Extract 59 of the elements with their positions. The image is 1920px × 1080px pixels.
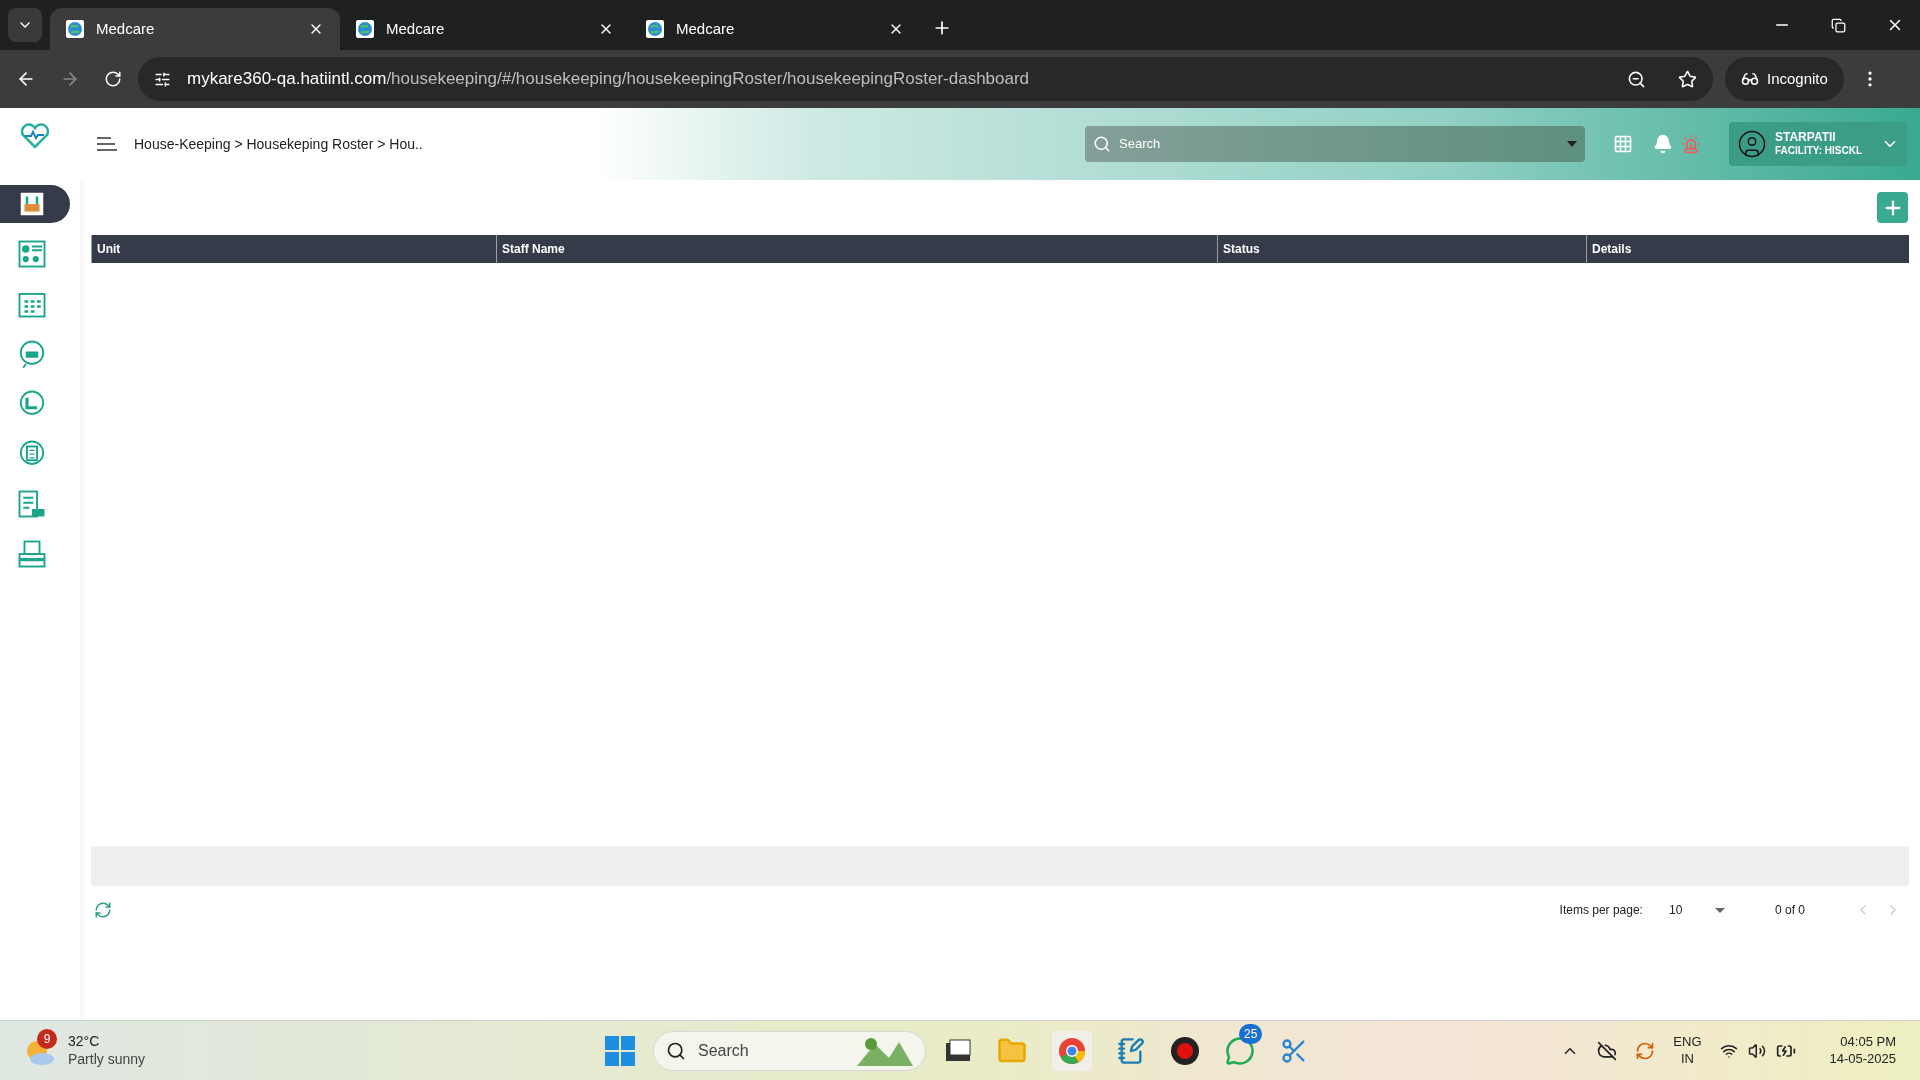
landscape-icon [857, 1035, 914, 1066]
cloud-off-icon[interactable] [1597, 1040, 1618, 1061]
chrome-app-icon[interactable] [1052, 1030, 1093, 1071]
module-icon [17, 539, 47, 569]
column-header: Staff Name [496, 235, 1217, 263]
sync-icon[interactable] [1635, 1040, 1656, 1061]
browser-tab[interactable]: Medcare [50, 8, 340, 50]
globe-favicon-icon [646, 20, 664, 38]
start-icon[interactable] [605, 1035, 636, 1066]
dropdown-caret-icon[interactable] [1567, 141, 1577, 147]
heart-logo-icon [20, 123, 50, 149]
globe-favicon-icon [356, 20, 374, 38]
clock[interactable]: 04:05 PM 14-05-2025 [1829, 1034, 1896, 1067]
module-icon [17, 489, 47, 519]
weather-condition: Partly sunny [68, 1050, 146, 1068]
refresh-icon[interactable] [94, 901, 112, 919]
dropdown-caret-icon [1714, 907, 1725, 913]
add-button[interactable] [1877, 192, 1908, 223]
restore-icon[interactable] [1831, 17, 1846, 33]
language-indicator[interactable]: ENG IN [1673, 1034, 1702, 1067]
sidebar-item[interactable] [0, 185, 70, 223]
notification-badge: 25 [1239, 1023, 1263, 1044]
zoom-icon[interactable] [1627, 69, 1646, 89]
bookmark-star-icon[interactable] [1678, 69, 1697, 89]
menu-icon[interactable] [96, 137, 118, 151]
volume-icon[interactable] [1747, 1041, 1766, 1060]
url-text: mykare360-qa.hatiintl.com/housekeeping/#/housekeeping/housekeepingRoster/housekeepingRoster-dashboard [187, 68, 1031, 91]
tab-title: Medcare [676, 18, 736, 39]
module-icon [17, 339, 47, 369]
window-icon[interactable] [944, 1038, 973, 1063]
search-icon [1093, 135, 1111, 153]
tab-title: Medcare [96, 18, 156, 39]
column-header: Status [1217, 235, 1586, 263]
column-header: Unit [91, 235, 496, 263]
site-settings-icon[interactable] [154, 70, 171, 88]
breadcrumb: House-Keeping > Housekeping Roster > Hou.. [134, 134, 423, 154]
column-header: Details [1586, 235, 1909, 263]
page-size-select[interactable]: 10 [1668, 901, 1725, 919]
items-per-page-label: Items per page: [1559, 902, 1643, 919]
temperature: 32°C [68, 1033, 101, 1051]
page-range: 0 of 0 [1774, 902, 1805, 919]
record-icon[interactable] [1170, 1035, 1201, 1066]
user-name: STARPATIl [1775, 130, 1837, 146]
weather-badge: 9 [37, 1028, 57, 1049]
facility-label: FACILITY: HISCKL [1775, 145, 1864, 158]
browser-tab[interactable]: Medcare [630, 8, 920, 50]
search-icon [666, 1040, 687, 1061]
browser-tab[interactable]: Medcare [340, 8, 630, 50]
tab-list-button[interactable] [8, 8, 42, 42]
incognito-chip[interactable]: Incognito [1725, 57, 1844, 101]
notepad-icon[interactable] [1117, 1036, 1146, 1065]
taskbar-search[interactable]: Search [653, 1030, 927, 1071]
reload-icon[interactable] [104, 70, 122, 88]
user-avatar-icon [1737, 129, 1767, 159]
globe-favicon-icon [66, 20, 84, 38]
incognito-icon [1741, 70, 1759, 88]
tab-title: Medcare [386, 18, 446, 39]
module-icon [17, 239, 47, 269]
address-bar[interactable]: mykare360-qa.hatiintl.com/housekeeping/#/housekeeping/housekeepingRoster/housekeepingRoster-dashboard [138, 57, 1713, 101]
